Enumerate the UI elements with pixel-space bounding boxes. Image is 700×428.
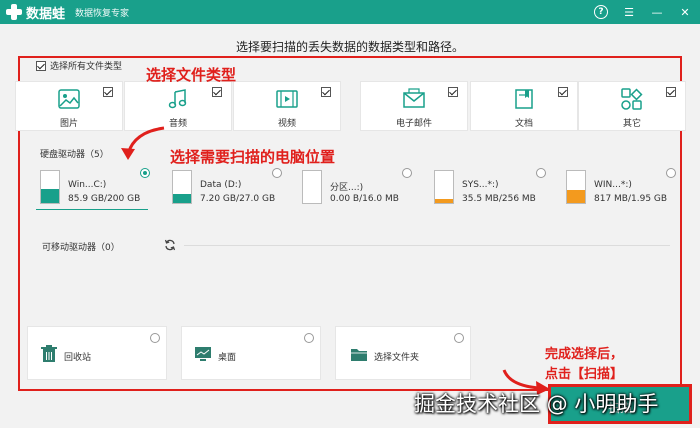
location-desktop[interactable]: 桌面	[181, 326, 321, 380]
drive-size: 7.20 GB/27.0 GB	[200, 194, 276, 204]
drive-name: 分区...:)	[330, 183, 364, 193]
file-type-audio-check[interactable]	[212, 87, 222, 97]
location-label: 回收站	[64, 353, 92, 363]
menu-icon[interactable]: ☰	[622, 5, 636, 19]
drive-disk-icon	[172, 170, 192, 204]
location-label: 选择文件夹	[374, 353, 420, 363]
annotation-file-type: 选择文件类型	[146, 66, 237, 84]
file-type-email[interactable]: 电子邮件	[360, 81, 468, 131]
file-type-label: 视频	[277, 119, 296, 129]
file-type-label: 其它	[622, 119, 641, 129]
drive-disk-icon	[566, 170, 586, 204]
close-icon[interactable]: ✕	[678, 5, 692, 19]
hard-drives-label: 硬盘驱动器（5）	[40, 150, 109, 160]
video-icon	[276, 90, 298, 108]
drive-name: Data (D:)	[200, 180, 242, 190]
drive-disk-icon	[40, 170, 60, 204]
removable-divider	[184, 245, 670, 246]
annotation-finish-line1: 完成选择后，	[545, 347, 624, 362]
file-type-video-check[interactable]	[321, 87, 331, 97]
other-icon	[621, 88, 643, 110]
app-subtitle: 数据恢复专家	[75, 8, 130, 19]
select-all-checkbox[interactable]: 选择所有文件类型	[36, 59, 122, 72]
recycle-bin-icon	[41, 345, 57, 362]
location-radio[interactable]	[454, 333, 464, 343]
annotation-arrow-icon	[121, 126, 165, 160]
drive-size: 817 MB/1.95 GB	[594, 194, 668, 204]
location-recycle-bin[interactable]: 回收站	[27, 326, 167, 380]
annotation-finish-line2: 点击【扫描】	[545, 367, 624, 382]
drive-disk-icon	[302, 170, 322, 204]
file-type-other[interactable]: 其它	[578, 81, 686, 131]
file-type-email-check[interactable]	[448, 87, 458, 97]
select-all-label: 选择所有文件类型	[50, 62, 123, 72]
app-logo: 数据蛙 数据恢复专家	[6, 3, 129, 22]
image-icon	[58, 89, 80, 109]
minimize-icon[interactable]: —	[650, 5, 664, 19]
location-select-folder[interactable]: 选择文件夹	[335, 326, 471, 380]
app-brand: 数据蛙	[26, 6, 66, 22]
drive-radio[interactable]	[402, 168, 412, 178]
desktop-icon	[195, 347, 211, 361]
drive-sys[interactable]: SYS...*:) 35.5 MB/256 MB	[430, 166, 546, 210]
select-all-check[interactable]	[36, 60, 46, 71]
drive-name: WIN...*:)	[594, 180, 632, 190]
file-type-label: 电子邮件	[395, 119, 432, 129]
drive-d[interactable]: Data (D:) 7.20 GB/27.0 GB	[168, 166, 284, 210]
drive-win[interactable]: WIN...*:) 817 MB/1.95 GB	[562, 166, 678, 210]
audio-icon	[168, 89, 187, 109]
file-type-document[interactable]: 文档	[470, 81, 578, 131]
location-label: 桌面	[218, 353, 237, 363]
drive-radio[interactable]	[272, 168, 282, 178]
file-type-image[interactable]: 图片	[15, 81, 123, 131]
folder-icon	[351, 349, 367, 361]
removable-drives-label: 可移动驱动器（0）	[42, 243, 120, 253]
file-type-label: 图片	[59, 119, 78, 129]
drive-partition[interactable]: 分区...:) 0.00 B/16.0 MB	[298, 166, 414, 210]
file-type-video[interactable]: 视频	[233, 81, 341, 131]
help-icon[interactable]: ?	[594, 5, 608, 19]
drive-radio[interactable]	[140, 168, 150, 178]
file-type-label: 文档	[514, 119, 533, 129]
annotation-location: 选择需要扫描的电脑位置	[170, 148, 336, 166]
drive-c[interactable]: Win...C:) 85.9 GB/200 GB	[36, 166, 150, 210]
drive-size: 85.9 GB/200 GB	[68, 194, 141, 204]
file-type-image-check[interactable]	[103, 87, 113, 97]
file-type-document-check[interactable]	[558, 87, 568, 97]
drive-size: 0.00 B/16.0 MB	[330, 194, 399, 204]
instruction-text: 选择要扫描的丢失数据的数据类型和路径。	[235, 40, 464, 54]
document-icon	[515, 89, 533, 109]
refresh-icon[interactable]	[164, 239, 176, 251]
location-radio[interactable]	[150, 333, 160, 343]
drive-size: 35.5 MB/256 MB	[462, 194, 536, 204]
watermark: 掘金技术社区 @ 小明助手	[414, 392, 659, 416]
drive-radio[interactable]	[536, 168, 546, 178]
drive-selected-underline	[36, 209, 148, 210]
drive-name: SYS...*:)	[462, 180, 499, 190]
drive-radio[interactable]	[666, 168, 676, 178]
drive-disk-icon	[434, 170, 454, 204]
file-type-other-check[interactable]	[666, 87, 676, 97]
location-radio[interactable]	[304, 333, 314, 343]
cross-logo-icon	[6, 4, 22, 20]
drive-name: Win...C:)	[68, 180, 107, 190]
email-icon	[403, 88, 425, 108]
title-bar: 数据蛙 数据恢复专家 ? ☰ — ✕	[0, 0, 700, 24]
